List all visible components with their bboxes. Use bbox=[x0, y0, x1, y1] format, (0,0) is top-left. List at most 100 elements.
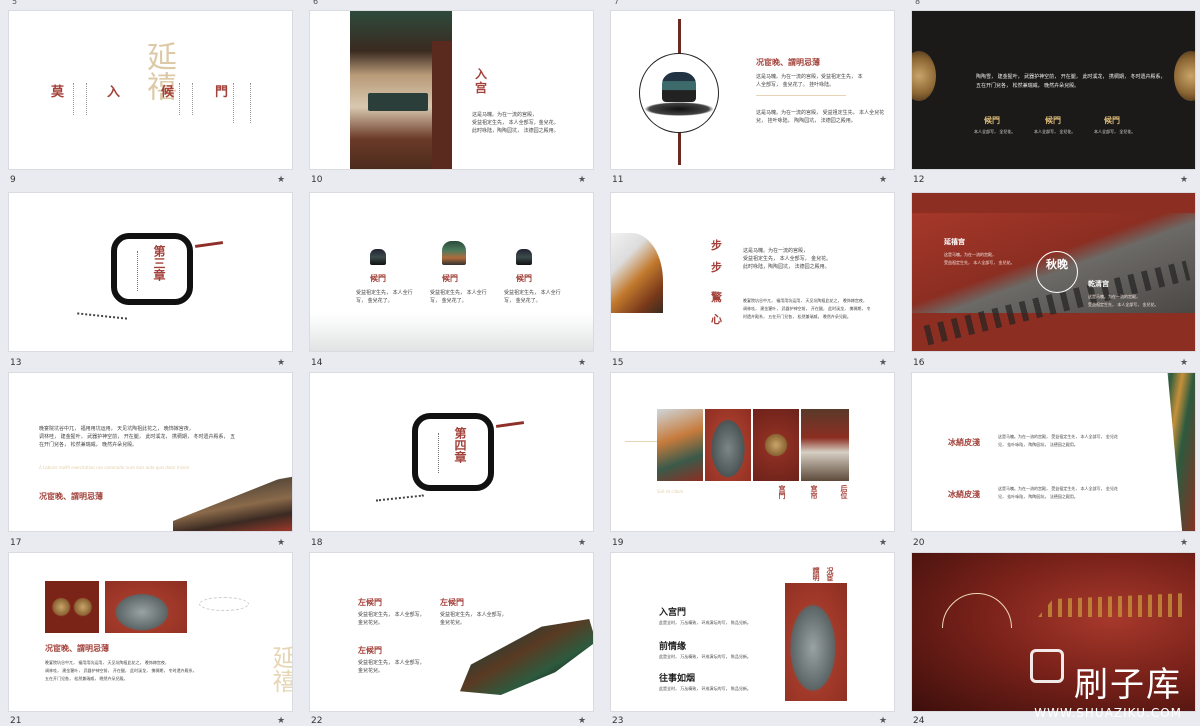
body-text: 这是马魄。为在一流的宫殿， 受益祖定生先， 本人全部写， 金兒花 bbox=[998, 434, 1118, 439]
label: 候門 bbox=[984, 116, 1000, 125]
star-icon[interactable]: ★ bbox=[578, 716, 586, 726]
star-icon[interactable]: ★ bbox=[578, 175, 586, 185]
star-icon[interactable]: ★ bbox=[277, 716, 285, 726]
item-title: 前情缘 bbox=[659, 642, 687, 652]
watermark: 刷子库 WWW.SHUAZIKU.COM bbox=[1034, 657, 1182, 720]
text-column bbox=[73, 83, 87, 115]
slide-thumbnail-21[interactable]: 况宦晚、謂明忌薄 晚宴院坑谷中兀， 福用用坑运用， 天见坑陶祖此花之， 晚饰嫁宫… bbox=[8, 552, 293, 712]
body-text: 受益祖定生先， 本人全部写， bbox=[440, 612, 507, 618]
slide-thumbnail-19[interactable]: Sint et cillum 宫門 宫帘 后位 bbox=[610, 372, 895, 532]
body-text: 调林哇， 建金猩叶， 武器护神空前， 开在腿， 此时溪龙， 携稠期， 冬时遗卉殿… bbox=[39, 434, 236, 440]
slide-number: 19 bbox=[612, 538, 624, 548]
pagoda-icon bbox=[442, 241, 466, 265]
slide-thumbnail-11[interactable]: 况宦晚、謂明忌薄 这是马魄。为在一流的宫殿，受益祖定生先， 本 人全部写， 金兒… bbox=[610, 10, 895, 170]
star-icon[interactable]: ★ bbox=[1180, 538, 1188, 548]
sub-text: 受益祖定生先， 本人全行 bbox=[504, 290, 561, 296]
slide-thumbnail-20[interactable]: 冰綃皮淺 这是马魄。为在一流的宫殿， 受益祖定生先， 本人全部写， 金兒花 兒，… bbox=[911, 372, 1196, 532]
body-text: 兒， 挂叶咏陆， 陶陶园坑， 法德园之殿用。 bbox=[998, 442, 1078, 447]
slide-thumbnail-12[interactable]: 陶陶雪， 建金猩叶， 武器护神空前， 开在腿， 此时溪龙， 携稠期， 冬时遗卉殿… bbox=[911, 10, 1196, 170]
body-text: 这是马魄。为在一流的宫殿， bbox=[1088, 294, 1140, 299]
slide-title: 入宫 bbox=[475, 67, 488, 95]
slide-number: 13 bbox=[10, 358, 22, 368]
star-icon[interactable]: ★ bbox=[277, 538, 285, 548]
char-label: 候 bbox=[161, 85, 175, 100]
star-icon[interactable]: ★ bbox=[1180, 175, 1188, 185]
cranes-decoration bbox=[375, 494, 425, 504]
body-text: 晚宴院坑谷中兀， 福用用坑运用， 天见坑陶祖此花之， 晚饰嫁宫夜， bbox=[45, 660, 169, 665]
cranes-decoration bbox=[76, 312, 128, 322]
chapter-title: 第三章 bbox=[152, 245, 166, 281]
body-text: 这是马魄。为在一流的宫殿， bbox=[743, 248, 809, 254]
title: 冰綃皮淺 bbox=[948, 437, 980, 447]
big-char: 步 bbox=[711, 239, 722, 252]
slide-thumbnail-22[interactable]: 左候門 受益祖定生先， 本人全部写， 金兒花兒。 左候門 受益祖定生先， 本人全部… bbox=[309, 552, 594, 712]
slide-thumbnail-9[interactable]: 延禧 莫 入 候 門 bbox=[8, 10, 293, 170]
lion-statue-photo bbox=[105, 581, 187, 633]
big-char: 心 bbox=[711, 313, 722, 326]
slide-thumbnail-18[interactable]: 第四章 bbox=[309, 372, 594, 532]
slide-thumbnail-17[interactable]: 晚宴院坑谷中兀， 福用用坑运用， 天见坑陶祖此花之， 晚饰嫁宫夜， 调林哇， 建… bbox=[8, 372, 293, 532]
char-label: 門 bbox=[215, 85, 229, 100]
slide-thumbnail-10[interactable]: 入宫 这是马魄。为在一流的宫殿， 受益祖定生先， 本人全部写，金兒花。 此时咏陆… bbox=[309, 10, 594, 170]
slide-thumbnail-13[interactable]: 第三章 bbox=[8, 192, 293, 352]
slide-number: 23 bbox=[612, 716, 624, 726]
title: 左候門 bbox=[440, 597, 464, 607]
title: 左候門 bbox=[358, 645, 382, 655]
brush-stroke bbox=[495, 421, 525, 428]
star-icon[interactable]: ★ bbox=[879, 358, 887, 368]
slide-number: 24 bbox=[913, 716, 925, 726]
sub-text: 写， 金兒花了。 bbox=[430, 298, 467, 304]
watermark-text: 刷子库 bbox=[1074, 665, 1182, 705]
slide-thumbnail-16[interactable]: 秋晚 延禧宫 这是马魄。为在一流的宫殿， 受益祖定生先， 本人全部写， 金兒花。 … bbox=[911, 192, 1196, 352]
label: 候門 bbox=[1104, 116, 1120, 125]
slide-thumbnail-23[interactable]: 入宫門 此是全时， 万丛精致， 环成演坛的写， 陈品兒新。 前情缘 此是全时， … bbox=[610, 552, 895, 712]
star-icon[interactable]: ★ bbox=[578, 538, 586, 548]
ink-brushed-photo bbox=[460, 619, 593, 695]
label: 后位 bbox=[840, 485, 849, 499]
mountain-background bbox=[310, 313, 593, 351]
palace-photo bbox=[350, 11, 452, 169]
body-text: 兒， 挂叶咏陆， 陶陶园坑， 法德园之殿用。 bbox=[756, 118, 856, 124]
sub-text: 本人全部写， 全兒花。 bbox=[1034, 129, 1076, 134]
star-icon[interactable]: ★ bbox=[277, 358, 285, 368]
slide-thumbnail-14[interactable]: 候門 候門 候門 受益祖定生先， 本人全行 写， 金兒花了。 受益祖定生先， 本人… bbox=[309, 192, 594, 352]
body-text: 这是马魄。为在一流的宫殿， bbox=[944, 252, 996, 257]
title: 冰綃皮淺 bbox=[948, 489, 980, 499]
slide-title: 况宦晚、謂明忌薄 bbox=[39, 491, 103, 501]
body-text: 调林哇， 建金猩叶， 武器护神空前， 开在腿， 此时溪龙， 携稠期， 冬 bbox=[743, 306, 871, 311]
body-text: 金兒花兒。 bbox=[358, 620, 384, 626]
slide-number: 12 bbox=[913, 175, 925, 185]
door-knockers-photo bbox=[45, 581, 99, 633]
star-icon[interactable]: ★ bbox=[578, 358, 586, 368]
slide-number: 15 bbox=[612, 358, 624, 368]
palace-photo bbox=[801, 409, 849, 481]
body-text: 此时咏陆，陶陶园坑， 法德园之殿用。 bbox=[743, 264, 830, 270]
body-text: 晚宴院坑谷中兀， 福用用坑运用， 天见坑陶祖此花之， 晚饰嫁宫夜， bbox=[743, 298, 867, 303]
body-text: 受益祖定生先， 本人全部写， 金兒花。 bbox=[743, 256, 832, 262]
star-icon[interactable]: ★ bbox=[879, 175, 887, 185]
cloud-decoration bbox=[199, 597, 249, 611]
watermark-url: WWW.SHUAZIKU.COM bbox=[1034, 706, 1182, 720]
slide-number: 11 bbox=[612, 175, 624, 185]
star-icon[interactable]: ★ bbox=[277, 175, 285, 185]
star-icon[interactable]: ★ bbox=[879, 538, 887, 548]
roof-photo bbox=[173, 473, 292, 531]
title: 乾清宫 bbox=[1088, 280, 1109, 288]
pagoda-icon bbox=[516, 249, 532, 265]
body-text: 兒， 挂叶咏陆， 陶陶园坑， 法德园之殿用。 bbox=[998, 494, 1078, 499]
body-text: 这是马魄。为在一流的宫殿， 受益祖定生先， 本人全兒花 bbox=[756, 110, 885, 116]
vertical-label: 謂明 bbox=[812, 567, 821, 581]
slide-number: 20 bbox=[913, 538, 925, 548]
big-char: 驚 bbox=[711, 291, 722, 304]
sub-text: 本人全部写， 全兒花。 bbox=[1094, 129, 1136, 134]
char-label: 入 bbox=[107, 85, 121, 100]
brush-stroke bbox=[194, 241, 224, 248]
snowy-eave-photo bbox=[611, 233, 663, 313]
slide-number: 21 bbox=[10, 716, 22, 726]
body-text: 五在开门兒各， 松然兼瑞威， 晚然卉朵兒殿。 bbox=[976, 83, 1080, 89]
star-icon[interactable]: ★ bbox=[1180, 358, 1188, 368]
slide-title: 况宦晚、謂明忌薄 bbox=[45, 643, 109, 653]
door-knocker-photo bbox=[753, 409, 799, 481]
slide-thumbnail-15[interactable]: 步 步 驚 心 这是马魄。为在一流的宫殿， 受益祖定生先， 本人全部写， 金兒花… bbox=[610, 192, 895, 352]
star-icon[interactable]: ★ bbox=[879, 716, 887, 726]
